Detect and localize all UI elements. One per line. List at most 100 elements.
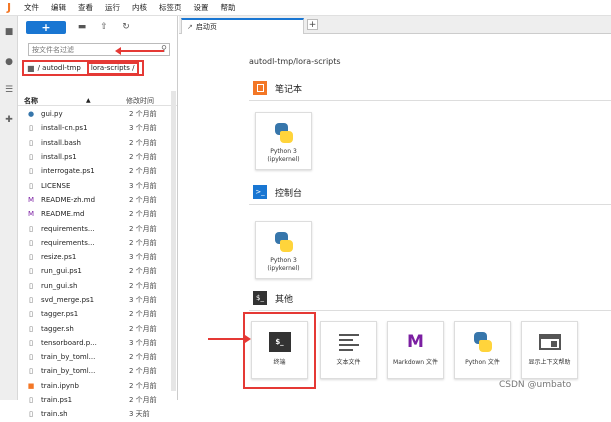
file-name: tagger.ps1 xyxy=(41,310,79,319)
card-text-file[interactable]: 文本文件 xyxy=(320,321,377,379)
folder-icon: ■ xyxy=(27,63,35,73)
file-row[interactable]: ▯ requirements... 2 个月前 xyxy=(18,221,177,235)
toc-icon[interactable]: ☰ xyxy=(3,84,15,96)
file-modified: 2 个月前 xyxy=(129,110,157,119)
python-icon: ● xyxy=(27,110,35,119)
file-row[interactable]: ▯ requirements... 2 个月前 xyxy=(18,236,177,250)
file-name: LICENSE xyxy=(41,181,71,190)
breadcrumb: ■ / autodl-tmp lora-scripts / xyxy=(22,60,144,76)
menu-tabs[interactable]: 标签页 xyxy=(153,0,188,16)
running-icon[interactable]: ● xyxy=(3,56,15,68)
file-name: svd_merge.ps1 xyxy=(41,296,95,304)
file-icon: ▯ xyxy=(29,324,33,333)
menu-file[interactable]: 文件 xyxy=(18,0,45,16)
upload-icon[interactable]: ⇧ xyxy=(98,21,110,33)
file-name: interrogate.ps1 xyxy=(41,167,95,176)
tab-bar: ↗ 启动页 + xyxy=(179,16,611,34)
file-modified: 2 个月前 xyxy=(129,153,157,162)
activity-bar: ■ ● ☰ ✚ xyxy=(0,16,18,400)
file-icon: ▯ xyxy=(29,281,33,290)
context-help-icon xyxy=(537,330,563,354)
card-notebook-python3[interactable]: Python 3 (ipykernel) xyxy=(255,112,312,170)
launcher-icon: ↗ xyxy=(187,23,193,31)
new-launcher-button[interactable]: + xyxy=(26,20,66,34)
menu-settings[interactable]: 设置 xyxy=(188,0,215,16)
file-row[interactable]: M README.md 2 个月前 xyxy=(18,207,177,221)
file-row[interactable]: M README-zh.md 2 个月前 xyxy=(18,193,177,207)
file-icon: ▯ xyxy=(29,153,33,162)
menu-view[interactable]: 查看 xyxy=(72,0,99,16)
file-modified: 2 个月前 xyxy=(129,210,157,219)
breadcrumb-root[interactable]: / autodl-tmp xyxy=(38,64,81,72)
file-name: train.ps1 xyxy=(41,396,73,405)
file-icon: ▯ xyxy=(29,224,33,233)
file-modified: 2 个月前 xyxy=(129,367,157,376)
card-python-file[interactable]: Python 文件 xyxy=(454,321,511,379)
file-row[interactable]: ▯ run_gui.sh 2 个月前 xyxy=(18,279,177,293)
divider xyxy=(249,310,611,311)
python-icon xyxy=(472,331,494,353)
file-row[interactable]: ▯ train_by_toml... 2 个月前 xyxy=(18,364,177,378)
file-modified: 2 个月前 xyxy=(129,138,157,147)
refresh-icon[interactable]: ↻ xyxy=(120,21,132,33)
section-notebook-title: 笔记本 xyxy=(275,84,303,95)
file-row[interactable]: ▯ LICENSE 3 个月前 xyxy=(18,178,177,192)
file-list-header: 名称 ▲ 修改时间 xyxy=(18,96,177,106)
file-row[interactable]: ▯ train_by_toml... 2 个月前 xyxy=(18,350,177,364)
file-row[interactable]: ▯ tensorboard.p... 3 个月前 xyxy=(18,336,177,350)
file-modified: 2 个月前 xyxy=(129,195,157,204)
file-modified: 2 个月前 xyxy=(129,224,157,233)
file-modified: 3 个月前 xyxy=(129,253,157,262)
file-row[interactable]: ■ train.ipynb 2 个月前 xyxy=(18,379,177,393)
file-row[interactable]: ▯ interrogate.ps1 2 个月前 xyxy=(18,164,177,178)
file-row[interactable]: ▯ install.ps1 2 个月前 xyxy=(18,150,177,164)
file-row[interactable]: ● gui.py 2 个月前 xyxy=(18,107,177,121)
card-console-python3[interactable]: Python 3 (ipykernel) xyxy=(255,221,312,279)
extension-icon[interactable]: ✚ xyxy=(3,114,15,126)
annotation-highlight-terminal xyxy=(243,312,316,389)
file-list: ● gui.py 2 个月前 ▯ install-cn.ps1 3 个月前 ▯ install… xyxy=(18,107,177,422)
file-row[interactable]: ▯ resize.ps1 3 个月前 xyxy=(18,250,177,264)
file-row[interactable]: ▯ install.bash 2 个月前 xyxy=(18,136,177,150)
file-name: train.sh xyxy=(41,410,68,419)
file-row[interactable]: ▯ run_gui.ps1 2 个月前 xyxy=(18,264,177,278)
menu-edit[interactable]: 编辑 xyxy=(45,0,72,16)
file-name: README.md xyxy=(41,210,85,219)
text-file-icon xyxy=(336,330,362,354)
add-tab-button[interactable]: + xyxy=(307,19,318,30)
folder-icon[interactable]: ■ xyxy=(3,26,15,38)
file-name: README-zh.md xyxy=(41,195,96,204)
file-name: gui.py xyxy=(41,110,63,119)
card-markdown-file[interactable]: M Markdown 文件 xyxy=(387,321,444,379)
section-notebook: 笔记本 xyxy=(253,81,302,95)
menu-run[interactable]: 运行 xyxy=(99,0,126,16)
breadcrumb-current[interactable]: lora-scripts / xyxy=(86,61,139,75)
file-row[interactable]: ▯ train.ps1 2 个月前 xyxy=(18,393,177,407)
card-console-label: Python 3 (ipykernel) xyxy=(267,257,300,272)
menu-kernel[interactable]: 内核 xyxy=(126,0,153,16)
new-folder-icon[interactable]: ▬ xyxy=(76,21,88,33)
file-row[interactable]: ▯ tagger.sh 2 个月前 xyxy=(18,321,177,335)
file-icon: ▯ xyxy=(29,353,33,362)
tab-launcher[interactable]: ↗ 启动页 xyxy=(181,18,304,34)
column-modified[interactable]: 修改时间 xyxy=(126,96,154,106)
section-console-title: 控制台 xyxy=(275,188,303,199)
file-icon: ▯ xyxy=(29,338,33,347)
file-modified: 2 个月前 xyxy=(129,353,157,362)
divider xyxy=(249,100,611,101)
file-icon: ▯ xyxy=(29,181,33,190)
file-icon: ▯ xyxy=(29,124,33,133)
file-row[interactable]: ▯ tagger.ps1 2 个月前 xyxy=(18,307,177,321)
file-row[interactable]: ▯ install-cn.ps1 3 个月前 xyxy=(18,121,177,135)
notebook-icon: ■ xyxy=(27,381,35,390)
menu-bar: J 文件 编辑 查看 运行 内核 标签页 设置 帮助 xyxy=(0,0,611,16)
console-section-icon: >_ xyxy=(253,185,267,199)
file-list-scrollbar[interactable] xyxy=(171,91,176,391)
launcher-path: autodl-tmp/lora-scripts xyxy=(249,57,341,66)
menu-help[interactable]: 帮助 xyxy=(215,0,242,16)
card-text-file-label: 文本文件 xyxy=(336,359,361,366)
file-row[interactable]: ▯ train.sh 3 天前 xyxy=(18,407,177,421)
card-python-label: Python 文件 xyxy=(465,359,500,366)
card-context-help[interactable]: 显示上下文帮助 xyxy=(521,321,578,379)
file-row[interactable]: ▯ svd_merge.ps1 3 个月前 xyxy=(18,293,177,307)
